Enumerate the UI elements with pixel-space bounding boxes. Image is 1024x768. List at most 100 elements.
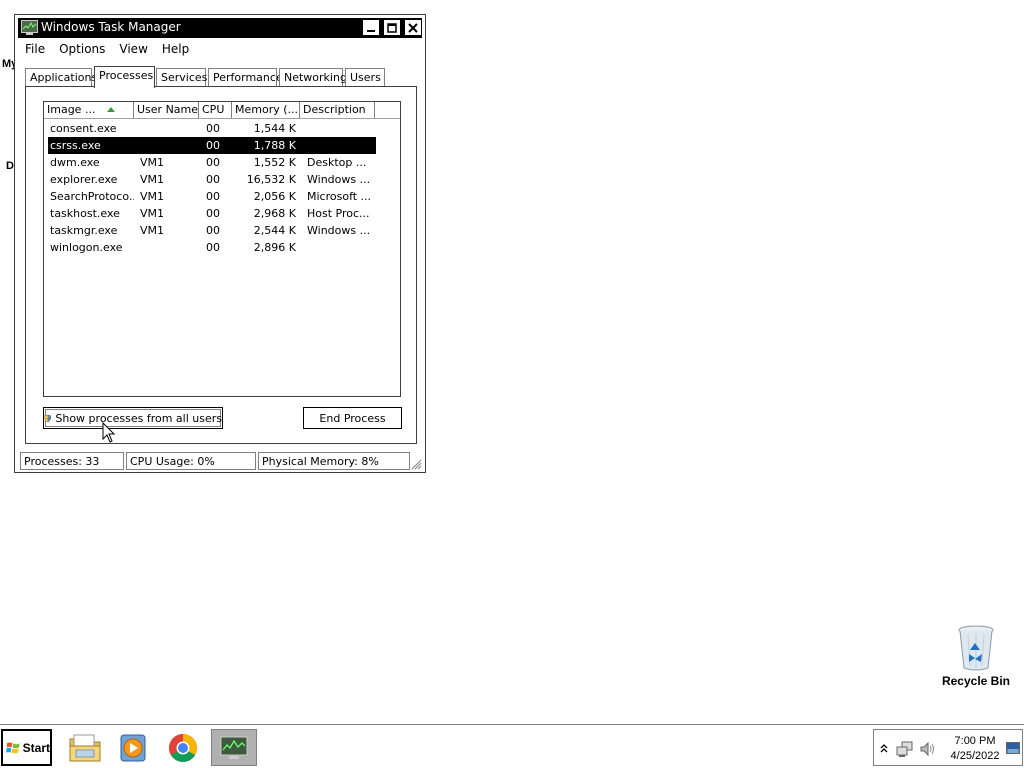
- column-memory[interactable]: Memory (...: [232, 102, 300, 118]
- process-row[interactable]: explorer.exe VM1 00 16,532 K Windows ...: [48, 171, 376, 188]
- process-name: dwm.exe: [50, 156, 100, 169]
- menu-options[interactable]: Options: [52, 40, 112, 58]
- process-row[interactable]: taskmgr.exe VM1 00 2,544 K Windows ...: [48, 222, 376, 239]
- process-memory: 1,552 K: [253, 156, 296, 169]
- process-cpu: 00: [206, 173, 220, 186]
- minimize-button[interactable]: [362, 19, 380, 36]
- show-hidden-icons-chevron[interactable]: [879, 743, 889, 753]
- volume-icon[interactable]: [919, 740, 937, 758]
- process-memory: 2,056 K: [253, 190, 296, 203]
- process-cpu: 00: [206, 139, 220, 152]
- uac-shield-icon: [44, 414, 52, 422]
- tab-performance[interactable]: Performance: [208, 68, 283, 86]
- recycle-bin-label: Recycle Bin: [941, 674, 1011, 688]
- minimize-icon: [367, 29, 375, 32]
- process-cpu: 00: [206, 241, 220, 254]
- process-name: taskhost.exe: [50, 207, 120, 220]
- notification-area: 7:00 PM 4/25/2022: [873, 729, 1023, 766]
- media-player-icon: [120, 734, 146, 761]
- process-memory: 16,532 K: [246, 173, 296, 186]
- window-title: Windows Task Manager: [41, 20, 181, 34]
- process-name: consent.exe: [50, 122, 117, 135]
- recycle-bin[interactable]: Recycle Bin: [936, 624, 1016, 688]
- mouse-cursor-icon: [102, 422, 116, 443]
- process-user: VM1: [140, 190, 165, 203]
- menu-help[interactable]: Help: [155, 40, 196, 58]
- maximize-icon: [387, 22, 397, 33]
- clock-time: 7:00 PM: [954, 735, 996, 747]
- maximize-button[interactable]: [383, 19, 401, 36]
- start-label: Start: [22, 740, 50, 755]
- task-manager-window[interactable]: Windows Task Manager File Options View Help…: [14, 14, 426, 473]
- taskbar-file-explorer[interactable]: [62, 729, 108, 766]
- process-cpu: 00: [206, 190, 220, 203]
- chrome-icon: [169, 733, 197, 762]
- process-user: VM1: [140, 156, 165, 169]
- tab-networking[interactable]: Networking: [279, 68, 347, 86]
- process-memory: 2,896 K: [253, 241, 296, 254]
- task-manager-icon: [21, 20, 38, 35]
- process-cpu: 00: [206, 122, 220, 135]
- process-row[interactable]: SearchProtoco... VM1 00 2,056 K Microsof…: [48, 188, 376, 205]
- menu-view[interactable]: View: [112, 40, 154, 58]
- status-cpu-usage: CPU Usage: 0%: [126, 452, 256, 470]
- column-cpu[interactable]: CPU: [199, 102, 232, 118]
- tab-processes[interactable]: Processes: [94, 66, 155, 88]
- process-row[interactable]: winlogon.exe 00 2,896 K: [48, 239, 376, 256]
- windows-logo-icon: [6, 742, 20, 753]
- close-button[interactable]: [404, 19, 422, 36]
- taskbar-media-player[interactable]: [110, 729, 156, 766]
- menu-file[interactable]: File: [18, 40, 52, 58]
- start-button[interactable]: Start: [1, 729, 52, 766]
- process-list-header: Image ... User Name CPU Memory (... Desc…: [44, 102, 400, 119]
- recycle-bin-icon: [958, 625, 994, 671]
- process-description: Windows ...: [307, 224, 371, 237]
- process-name: taskmgr.exe: [50, 224, 118, 237]
- close-icon: [408, 22, 418, 33]
- taskbar-chrome[interactable]: [160, 729, 206, 766]
- taskbar-task-manager[interactable]: [211, 729, 257, 766]
- process-list[interactable]: Image ... User Name CPU Memory (... Desc…: [43, 101, 401, 397]
- clock-date: 4/25/2022: [950, 750, 1000, 762]
- process-row[interactable]: consent.exe 00 1,544 K: [48, 120, 376, 137]
- process-description: Windows ...: [307, 173, 371, 186]
- desktop-icon-label-fragment[interactable]: D: [6, 160, 14, 172]
- process-cpu: 00: [206, 156, 220, 169]
- column-image-name[interactable]: Image ...: [44, 102, 134, 118]
- tab-users[interactable]: Users: [345, 68, 385, 86]
- tab-applications[interactable]: Applications: [25, 68, 97, 86]
- process-name: SearchProtoco...: [50, 190, 134, 203]
- process-description: Host Proc...: [307, 207, 370, 220]
- resize-grip-icon[interactable]: [410, 458, 422, 470]
- clock[interactable]: 7:00 PM 4/25/2022: [944, 734, 1006, 764]
- process-user: VM1: [140, 173, 165, 186]
- process-user: VM1: [140, 224, 165, 237]
- process-user: VM1: [140, 207, 165, 220]
- network-icon[interactable]: [896, 740, 914, 758]
- process-description: Microsoft ...: [307, 190, 372, 203]
- process-memory: 1,544 K: [253, 122, 296, 135]
- process-memory: 2,544 K: [253, 224, 296, 237]
- file-explorer-icon: [69, 734, 101, 761]
- task-manager-icon: [220, 736, 248, 759]
- process-row[interactable]: dwm.exe VM1 00 1,552 K Desktop ...: [48, 154, 376, 171]
- process-cpu: 00: [206, 207, 220, 220]
- processes-panel: Image ... User Name CPU Memory (... Desc…: [25, 86, 417, 444]
- column-user-name[interactable]: User Name: [134, 102, 199, 118]
- process-row-selected[interactable]: csrss.exe 00 1,788 K: [48, 137, 376, 154]
- show-desktop-icon[interactable]: [1006, 742, 1020, 754]
- menu-bar: File Options View Help: [18, 40, 422, 60]
- title-bar[interactable]: Windows Task Manager: [18, 18, 422, 38]
- taskbar: Start 7:00 PM 4/25/2022: [0, 724, 1024, 768]
- show-all-users-button[interactable]: Show processes from all users: [43, 407, 223, 429]
- process-memory: 2,968 K: [253, 207, 296, 220]
- process-name: explorer.exe: [50, 173, 118, 186]
- process-row[interactable]: taskhost.exe VM1 00 2,968 K Host Proc...: [48, 205, 376, 222]
- end-process-button[interactable]: End Process: [303, 407, 402, 429]
- status-processes: Processes: 33: [20, 452, 124, 470]
- status-bar: Processes: 33 CPU Usage: 0% Physical Mem…: [18, 452, 422, 470]
- column-description[interactable]: Description: [300, 102, 375, 118]
- show-all-users-label: Show processes from all users: [55, 411, 222, 425]
- tab-services[interactable]: Services: [156, 68, 207, 86]
- process-description: Desktop ...: [307, 156, 367, 169]
